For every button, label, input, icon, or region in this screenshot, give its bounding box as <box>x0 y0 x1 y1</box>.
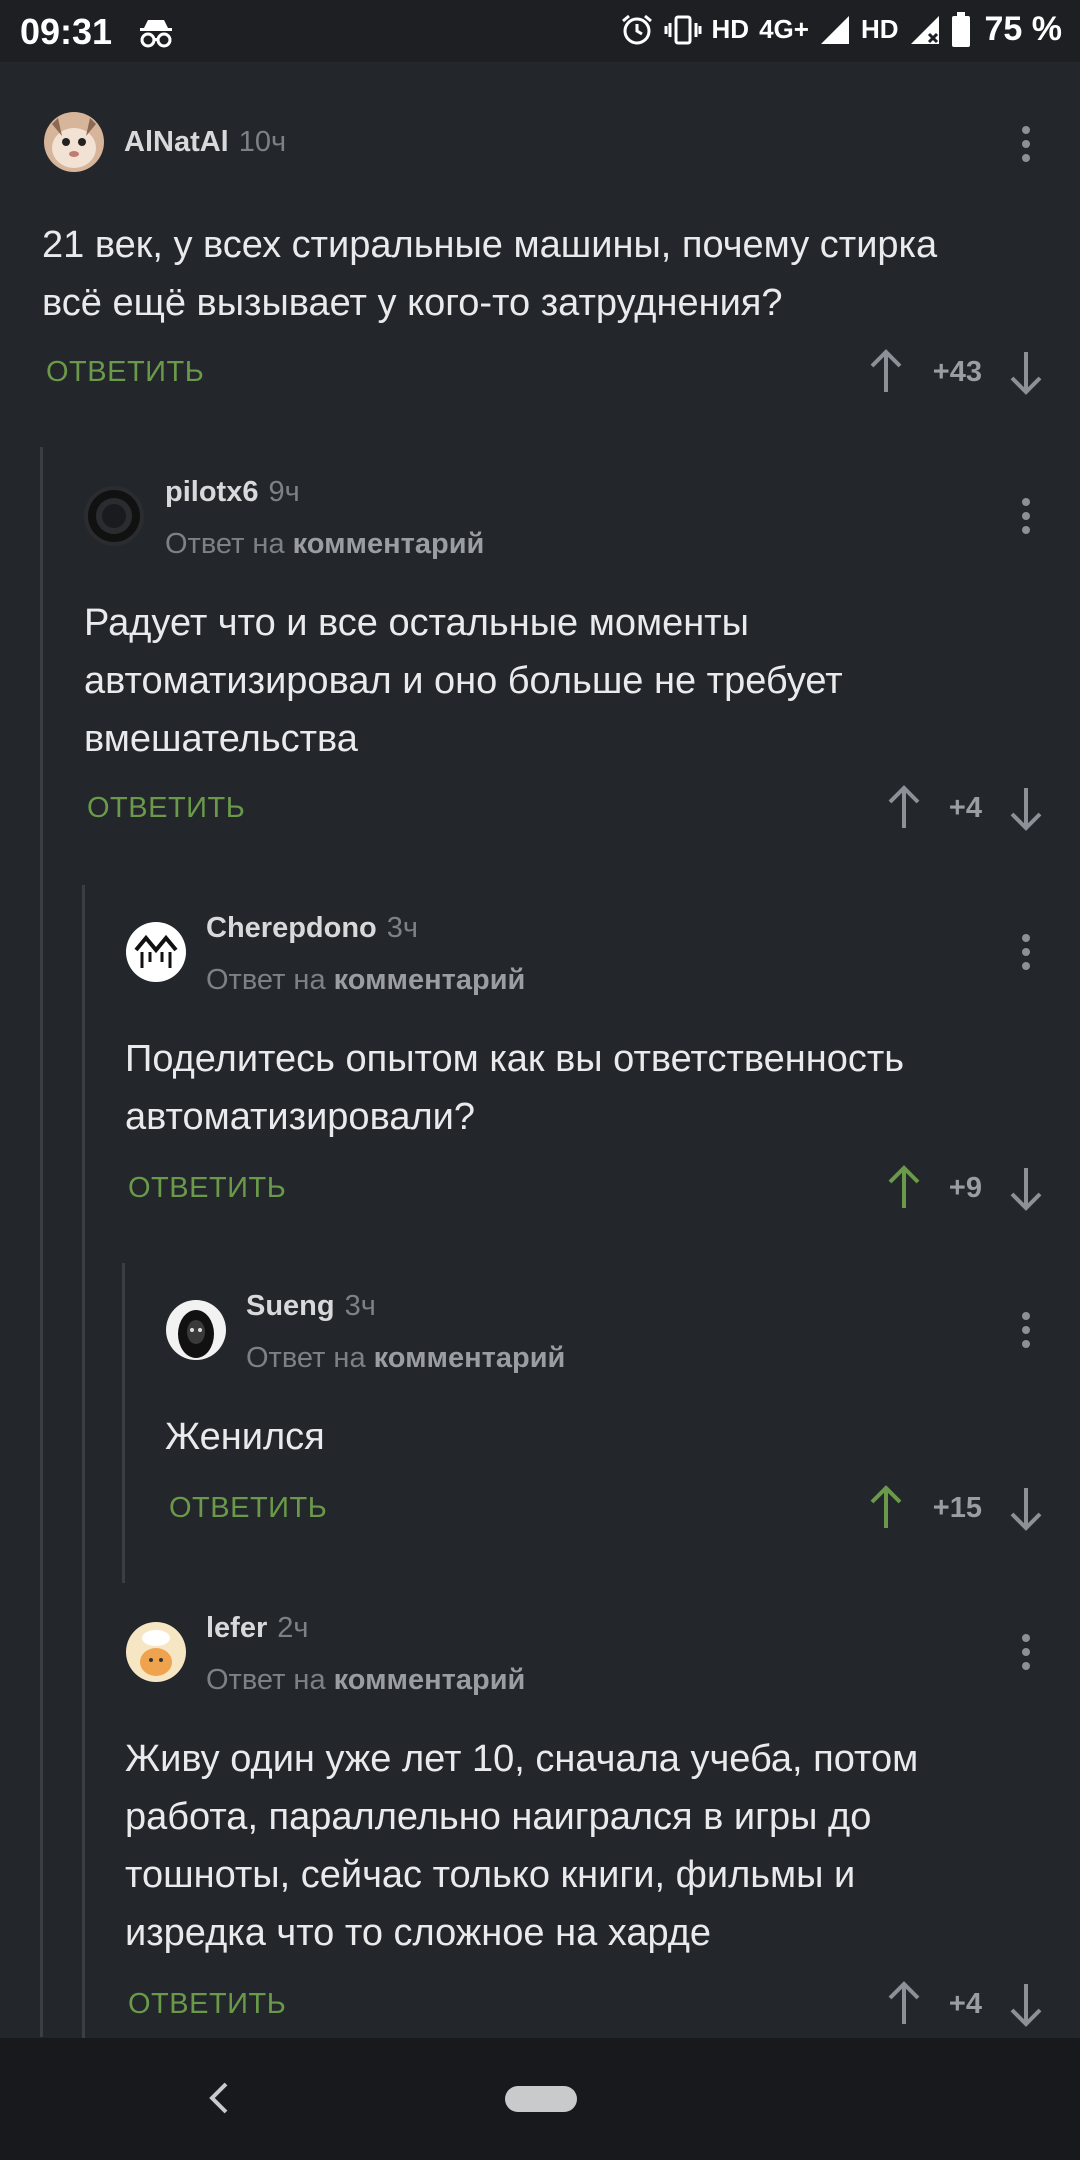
more-menu-icon[interactable] <box>1016 1630 1036 1674</box>
vote-score: +9 <box>948 1172 982 1204</box>
back-chevron-icon[interactable] <box>200 2078 240 2118</box>
reply-to: Ответ на комментарий <box>246 1342 565 1375</box>
signal-icon <box>820 15 849 44</box>
author-name: Cherepdono <box>206 912 377 944</box>
status-icons: HD 4G+ HD 75 % <box>620 10 1063 49</box>
vote-score: +43 <box>932 356 982 388</box>
comment-age: 2ч <box>277 1612 309 1644</box>
alarm-icon <box>621 14 652 44</box>
battery-icon <box>951 11 970 47</box>
vote-score: +4 <box>948 792 982 824</box>
author-name: Sueng <box>246 1290 335 1322</box>
comment-text: 21 век, у всех стиральные машины, почему… <box>42 216 937 332</box>
thread-line-3 <box>122 1263 125 1583</box>
reply-to: Ответ на комментарий <box>165 528 484 561</box>
reply-prefix: Ответ на <box>246 1342 366 1374</box>
more-menu-icon[interactable] <box>1016 930 1036 974</box>
more-menu-icon[interactable] <box>1016 1308 1036 1352</box>
downvote-icon[interactable] <box>1006 1164 1046 1212</box>
comment-text-line: Женился <box>165 1416 325 1458</box>
reply-button[interactable]: ОТВЕТИТЬ <box>46 356 204 389</box>
incognito-icon <box>140 20 172 48</box>
reply-to: Ответ на комментарий <box>206 964 525 997</box>
avatar[interactable] <box>166 1300 226 1360</box>
reply-button[interactable]: ОТВЕТИТЬ <box>87 792 245 825</box>
vote-score: +4 <box>948 1988 982 2020</box>
username[interactable]: Sueng 3ч <box>246 1290 376 1323</box>
comment-age: 3ч <box>386 912 419 944</box>
vote-score: +15 <box>932 1492 982 1524</box>
signal-x-icon <box>910 15 939 44</box>
more-menu-icon[interactable] <box>1016 122 1036 166</box>
comment-text-line: всё ещё вызывает у кого-то затруднения? <box>42 282 783 324</box>
more-menu-icon[interactable] <box>1016 494 1036 538</box>
comment-age: 9ч <box>268 476 300 508</box>
hd-label-2: HD <box>860 14 899 44</box>
author-name: AlNatAl <box>124 126 229 158</box>
comment-age: 10ч <box>238 126 287 158</box>
upvote-icon-active[interactable] <box>866 1484 906 1532</box>
reply-target-link[interactable]: комментарий <box>293 528 485 560</box>
avatar[interactable] <box>44 112 104 172</box>
comment-text: Поделитесь опытом как вы ответственность… <box>125 1030 904 1146</box>
downvote-icon[interactable] <box>1006 1484 1046 1532</box>
battery-percent: 75 % <box>984 10 1063 48</box>
avatar[interactable] <box>126 922 186 982</box>
reply-prefix: Ответ на <box>206 964 326 996</box>
vibrate-icon <box>664 15 701 44</box>
thread-line-1 <box>40 447 43 2037</box>
author-name: pilotx6 <box>165 476 259 508</box>
comment-text-line: изредка что то сложное на харде <box>125 1912 712 1954</box>
avatar[interactable] <box>84 486 144 546</box>
comment-text: Радует что и все остальные моменты автом… <box>84 594 843 768</box>
reply-prefix: Ответ на <box>206 1664 326 1696</box>
home-pill-button[interactable] <box>505 2086 577 2112</box>
comment-text-line: Живу один уже лет 10, сначала учеба, пот… <box>125 1738 919 1780</box>
comment-text-line: Радует что и все остальные моменты <box>84 602 749 644</box>
comment-text: Женился <box>165 1408 325 1466</box>
comment-text: Живу один уже лет 10, сначала учеба, пот… <box>125 1730 918 1962</box>
reply-button[interactable]: ОТВЕТИТЬ <box>169 1492 327 1525</box>
username[interactable]: AlNatAl 10ч <box>124 126 286 159</box>
downvote-icon[interactable] <box>1006 784 1046 832</box>
upvote-icon[interactable] <box>866 348 906 396</box>
reply-target-link[interactable]: комментарий <box>374 1342 566 1374</box>
author-name: lefer <box>206 1612 268 1644</box>
reply-button[interactable]: ОТВЕТИТЬ <box>128 1172 286 1205</box>
status-bar: 09:31 HD 4G+ HD 75 % <box>0 0 1080 62</box>
downvote-icon[interactable] <box>1006 348 1046 396</box>
thread-line-2 <box>82 885 85 2038</box>
avatar[interactable] <box>126 1622 186 1682</box>
status-time: 09:31 <box>20 11 113 52</box>
reply-target-link[interactable]: комментарий <box>334 1664 526 1696</box>
system-nav-bar <box>0 2038 1080 2160</box>
comment-text-line: 21 век, у всех стиральные машины, почему… <box>42 224 938 266</box>
network-label: 4G+ <box>759 14 809 44</box>
comment-age: 3ч <box>344 1290 376 1322</box>
username[interactable]: Cherepdono 3ч <box>206 912 418 945</box>
comment-text-line: автоматизировал и оно больше не требует <box>84 660 843 702</box>
reply-prefix: Ответ на <box>165 528 285 560</box>
username[interactable]: lefer 2ч <box>206 1612 309 1645</box>
comment-text-line: вмешательства <box>84 718 358 760</box>
username[interactable]: pilotx6 9ч <box>165 476 300 509</box>
comment-text-line: автоматизировали? <box>125 1096 475 1138</box>
reply-to: Ответ на комментарий <box>206 1664 525 1697</box>
reply-target-link[interactable]: комментарий <box>334 964 526 996</box>
comment-text-line: Поделитесь опытом как вы ответственность <box>125 1038 905 1080</box>
hd-label-1: HD <box>711 14 750 44</box>
reply-button[interactable]: ОТВЕТИТЬ <box>128 1988 286 2021</box>
comment-text-line: тошноты, сейчас только книги, фильмы и <box>125 1854 856 1896</box>
downvote-icon[interactable] <box>1006 1980 1046 2028</box>
comment-text-line: работа, параллельно наигрался в игры до <box>125 1796 872 1838</box>
